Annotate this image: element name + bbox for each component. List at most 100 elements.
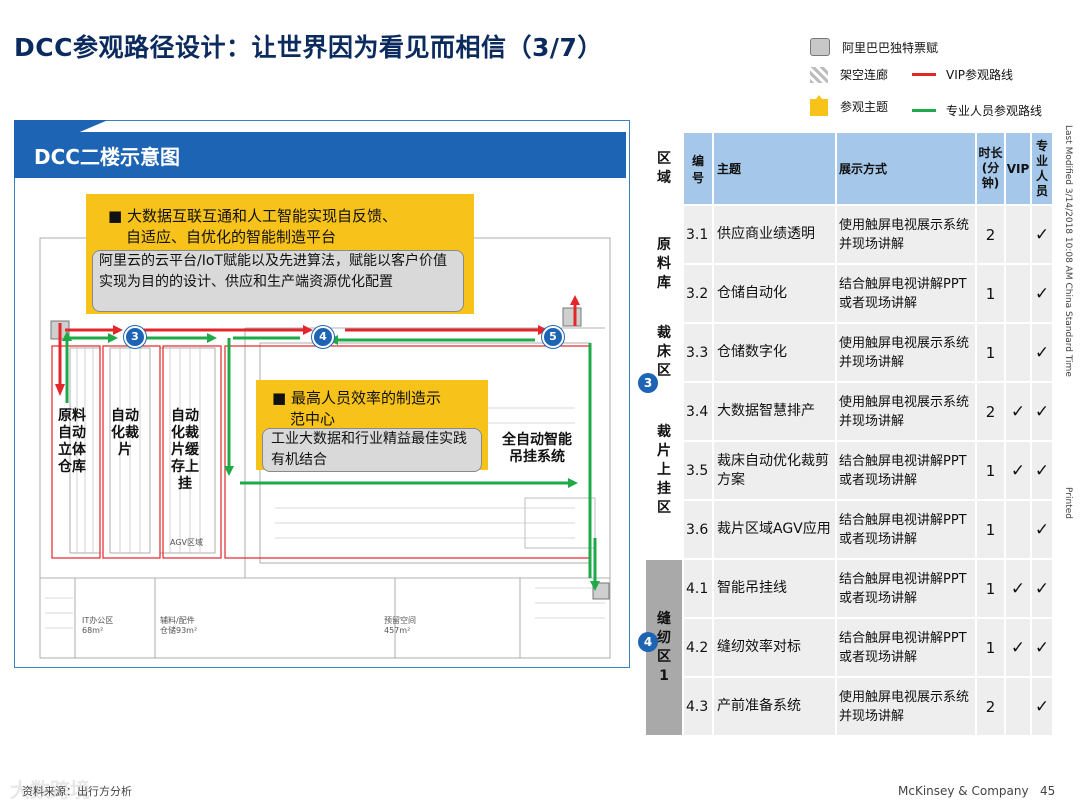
last-modified-note: Last Modified 3/14/2018 10:08 AM China S…	[1063, 125, 1073, 377]
source-note: 资料来源：出行方分析	[22, 785, 132, 798]
row-vip-check: ✓	[1006, 560, 1030, 617]
row-number: 3.5	[684, 442, 712, 499]
table-row: 3.6 裁片区域AGV应用 结合触屏电视讲解PPT或者现场讲解 1 ✓	[646, 501, 1052, 558]
plan-fabric-label: 辅料/配件 仓储93m²	[160, 616, 198, 635]
table-row: 原料库 3.1 供应商业绩透明 使用触屏电视展示系统并现场讲解 2 ✓	[646, 206, 1052, 291]
row-pro-check: ✓	[1032, 206, 1052, 263]
row-number: 3.3	[684, 324, 712, 381]
row-time: 1	[977, 619, 1004, 676]
row-topic: 智能吊挂线	[714, 560, 835, 617]
row-vip-check: ✓	[1006, 619, 1030, 676]
table-row: 4.2 缝纫效率对标 结合触屏电视讲解PPT或者现场讲解 1 ✓ ✓	[646, 619, 1052, 676]
row-pro-check: ✓	[1032, 265, 1052, 322]
row-vip-check	[1006, 324, 1030, 381]
area-cell: 裁片上挂区	[657, 424, 671, 516]
table-row: 3.2 仓储自动化 结合触屏电视讲解PPT或者现场讲解 1 ✓	[646, 265, 1052, 322]
row-number: 4.1	[684, 560, 712, 617]
area-badge-3: 3	[638, 373, 658, 393]
row-number: 3.6	[684, 501, 712, 558]
row-mode: 使用触屏电视展示系统并现场讲解	[837, 324, 975, 381]
badge-5: 5	[542, 326, 564, 348]
header-pro: 专业人员	[1032, 133, 1052, 204]
legend-vip: VIP参观路线	[912, 66, 1013, 83]
ticket-swatch-icon	[810, 38, 830, 56]
callout-platform-body: 阿里云的云平台/IoT赋能以及先进算法，赋能以客户价值实现为目的的设计、供应和生…	[92, 250, 464, 312]
legend-pro: 专业人员参观路线	[912, 102, 1042, 119]
row-topic: 裁片区域AGV应用	[714, 501, 835, 558]
vip-line-icon	[912, 73, 936, 76]
header-vip: VIP	[1006, 133, 1030, 204]
header-num: 编号	[684, 133, 712, 204]
row-time: 1	[977, 501, 1004, 558]
row-mode: 使用触屏电视展示系统并现场讲解	[837, 678, 975, 735]
legend-topic: 参观主题	[808, 94, 888, 118]
row-mode: 结合触屏电视讲解PPT或者现场讲解	[837, 265, 975, 322]
area-cell: 裁床区	[657, 325, 671, 379]
row-number: 3.4	[684, 383, 712, 440]
badge-3: 3	[124, 326, 146, 348]
row-mode: 使用触屏电视展示系统并现场讲解	[837, 206, 975, 263]
row-time: 2	[977, 383, 1004, 440]
header-topic: 主题	[714, 133, 835, 204]
page-title: DCC参观路径设计：让世界因为看见而相信（3/7）	[14, 33, 603, 62]
row-time: 1	[977, 442, 1004, 499]
row-mode: 使用触屏电视展示系统并现场讲解	[837, 383, 975, 440]
legend-vip-label: VIP参观路线	[946, 68, 1013, 82]
legend-topic-label: 参观主题	[840, 99, 889, 114]
area-badge-4: 4	[638, 632, 658, 652]
row-topic: 缝纫效率对标	[714, 619, 835, 676]
row-pro-check: ✓	[1032, 678, 1052, 735]
topic-flag-icon	[810, 95, 828, 116]
header-time: 时长(分钟)	[977, 133, 1004, 204]
row-time: 2	[977, 206, 1004, 263]
row-topic: 仓储自动化	[714, 265, 835, 322]
zone-cut-buffer: 自动化裁片缓存上挂	[171, 408, 199, 492]
badge-4: 4	[312, 326, 334, 348]
zone-hanging-system: 全自动智能吊挂系统	[502, 432, 572, 465]
row-pro-check: ✓	[1032, 560, 1052, 617]
callout-efficiency-body: 工业大数据和行业精益最佳实践有机结合	[262, 428, 482, 472]
row-topic: 供应商业绩透明	[714, 206, 835, 263]
row-time: 2	[977, 678, 1004, 735]
table-row: 4.3 产前准备系统 使用触屏电视展示系统并现场讲解 2 ✓	[646, 678, 1052, 735]
table-row: 缝纫区1 4.1 智能吊挂线 结合触屏电视讲解PPT或者现场讲解 1 ✓ ✓	[646, 560, 1052, 735]
bullet-icon: ■	[272, 389, 291, 407]
row-vip-check: ✓	[1006, 383, 1030, 440]
plan-reserve-label: 预留空间 457m²	[384, 616, 416, 635]
hatch-swatch-icon	[810, 66, 828, 83]
table-row: 3.5 裁床自动优化裁剪方案 结合触屏电视讲解PPT或者现场讲解 1 ✓ ✓	[646, 442, 1052, 499]
printed-note: Printed	[1063, 487, 1073, 519]
legend-corridor: 架空连廊	[810, 66, 888, 83]
page-number: 45	[1040, 784, 1056, 798]
pro-line-icon	[912, 109, 936, 112]
row-vip-check	[1006, 501, 1030, 558]
row-mode: 结合触屏电视讲解PPT或者现场讲解	[837, 619, 975, 676]
row-time: 1	[977, 560, 1004, 617]
row-topic: 仓储数字化	[714, 324, 835, 381]
legend-pro-label: 专业人员参观路线	[946, 104, 1043, 118]
footer-company: McKinsey & Company 45	[898, 784, 1056, 798]
area-cell: 原料库	[657, 236, 671, 291]
plan-it-label: IT办公区 68m²	[82, 616, 114, 635]
row-topic: 大数据智慧排产	[714, 383, 835, 440]
row-time: 1	[977, 324, 1004, 381]
plan-agv-label: AGV区域	[170, 538, 204, 547]
row-mode: 结合触屏电视讲解PPT或者现场讲解	[837, 501, 975, 558]
row-topic: 裁床自动优化裁剪方案	[714, 442, 835, 499]
row-number: 3.2	[684, 265, 712, 322]
table-row: 裁床区 3.3 仓储数字化 使用触屏电视展示系统并现场讲解 1 ✓	[646, 324, 1052, 381]
row-vip-check	[1006, 265, 1030, 322]
row-mode: 结合触屏电视讲解PPT或者现场讲解	[837, 442, 975, 499]
row-vip-check	[1006, 678, 1030, 735]
zone-auto-cutting: 自动化裁片	[111, 408, 139, 458]
topics-table: 区域 编号 主题 展示方式 时长(分钟) VIP 专业人员 原料库 3.1 供应商业…	[644, 131, 1054, 737]
row-pro-check: ✓	[1032, 619, 1052, 676]
legend-ticket: 阿里巴巴独特票赋	[810, 38, 938, 56]
row-number: 3.1	[684, 206, 712, 263]
bullet-icon: ■	[108, 207, 127, 225]
callout-efficiency-heading: ■ 最高人员效率的制造示 范中心	[272, 389, 441, 428]
legend-corridor-label: 架空连廊	[840, 68, 889, 82]
row-pro-check: ✓	[1032, 442, 1052, 499]
row-pro-check: ✓	[1032, 501, 1052, 558]
header-mode: 展示方式	[837, 133, 975, 204]
